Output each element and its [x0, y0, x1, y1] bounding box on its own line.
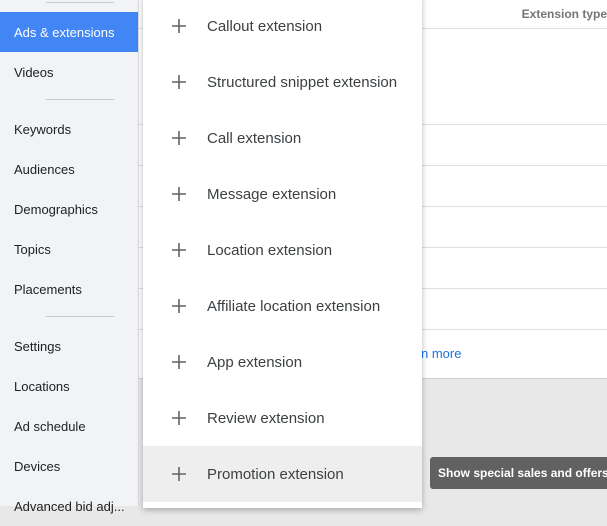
sidebar-item-settings[interactable]: Settings: [0, 326, 138, 366]
sidebar-item-label: Demographics: [14, 201, 98, 217]
plus-icon: [170, 334, 188, 390]
menu-item-label: Structured snippet extension: [207, 73, 398, 91]
sidebar-item-label: Devices: [14, 458, 61, 474]
sidebar-item-videos[interactable]: Videos: [0, 52, 138, 92]
plus-icon: [170, 110, 188, 166]
menu-item-promotion-extension[interactable]: Promotion extension: [143, 446, 422, 502]
extension-type-menu: Callout extension Structured snippet ext…: [143, 0, 422, 508]
sidebar-item-demographics[interactable]: Demographics: [0, 189, 138, 229]
sidebar-item-label: Settings: [14, 338, 61, 354]
sidebar-item-placements[interactable]: Placements: [0, 269, 138, 309]
menu-item-structured-snippet-extension[interactable]: Structured snippet extension: [143, 54, 422, 110]
menu-item-label: Affiliate location extension: [207, 297, 381, 315]
menu-item-label: Review extension: [207, 409, 325, 427]
sidebar: Ads & extensions Videos Keywords Audienc…: [0, 0, 139, 514]
sidebar-item-devices[interactable]: Devices: [0, 446, 138, 486]
sidebar-divider: [46, 316, 114, 317]
sidebar-item-label: Locations: [14, 378, 70, 394]
plus-icon: [170, 390, 188, 446]
plus-icon: [170, 0, 188, 54]
sidebar-item-advanced-bid-adjustments[interactable]: Advanced bid adj...: [0, 486, 138, 526]
plus-icon: [170, 278, 188, 334]
sidebar-item-label: Placements: [14, 281, 82, 297]
plus-icon: [170, 222, 188, 278]
sidebar-item-keywords[interactable]: Keywords: [0, 109, 138, 149]
menu-item-message-extension[interactable]: Message extension: [143, 166, 422, 222]
menu-item-location-extension[interactable]: Location extension: [143, 222, 422, 278]
sidebar-item-label: Ads & extensions: [14, 24, 115, 40]
menu-item-label: Promotion extension: [207, 465, 344, 483]
sidebar-item-label: Keywords: [14, 121, 72, 137]
sidebar-item-label: Audiences: [14, 161, 75, 177]
menu-item-label: Callout extension: [207, 17, 323, 35]
menu-item-call-extension[interactable]: Call extension: [143, 110, 422, 166]
menu-item-label: Message extension: [207, 185, 337, 203]
plus-icon: [170, 446, 188, 502]
sidebar-item-label: Advanced bid adj...: [14, 498, 125, 514]
sidebar-item-locations[interactable]: Locations: [0, 366, 138, 406]
plus-icon: [170, 54, 188, 110]
menu-item-callout-extension[interactable]: Callout extension: [143, 0, 422, 54]
menu-item-label: Call extension: [207, 129, 302, 147]
sidebar-item-ads-extensions[interactable]: Ads & extensions: [0, 12, 138, 52]
sidebar-item-label: Topics: [14, 241, 51, 257]
sidebar-item-label: Ad schedule: [14, 418, 86, 434]
sidebar-divider: [46, 2, 114, 3]
tooltip: Show special sales and offers: [430, 457, 607, 489]
menu-item-label: Location extension: [207, 241, 333, 259]
menu-item-review-extension[interactable]: Review extension: [143, 390, 422, 446]
learn-more-link[interactable]: n more: [421, 346, 461, 361]
plus-icon: [170, 166, 188, 222]
menu-item-affiliate-location-extension[interactable]: Affiliate location extension: [143, 278, 422, 334]
sidebar-item-ad-schedule[interactable]: Ad schedule: [0, 406, 138, 446]
sidebar-divider: [46, 99, 114, 100]
sidebar-item-label: Videos: [14, 64, 54, 80]
sidebar-item-topics[interactable]: Topics: [0, 229, 138, 269]
menu-item-app-extension[interactable]: App extension: [143, 334, 422, 390]
column-header-extension-type[interactable]: Extension type: [522, 7, 607, 21]
sidebar-item-audiences[interactable]: Audiences: [0, 149, 138, 189]
menu-item-label: App extension: [207, 353, 303, 371]
